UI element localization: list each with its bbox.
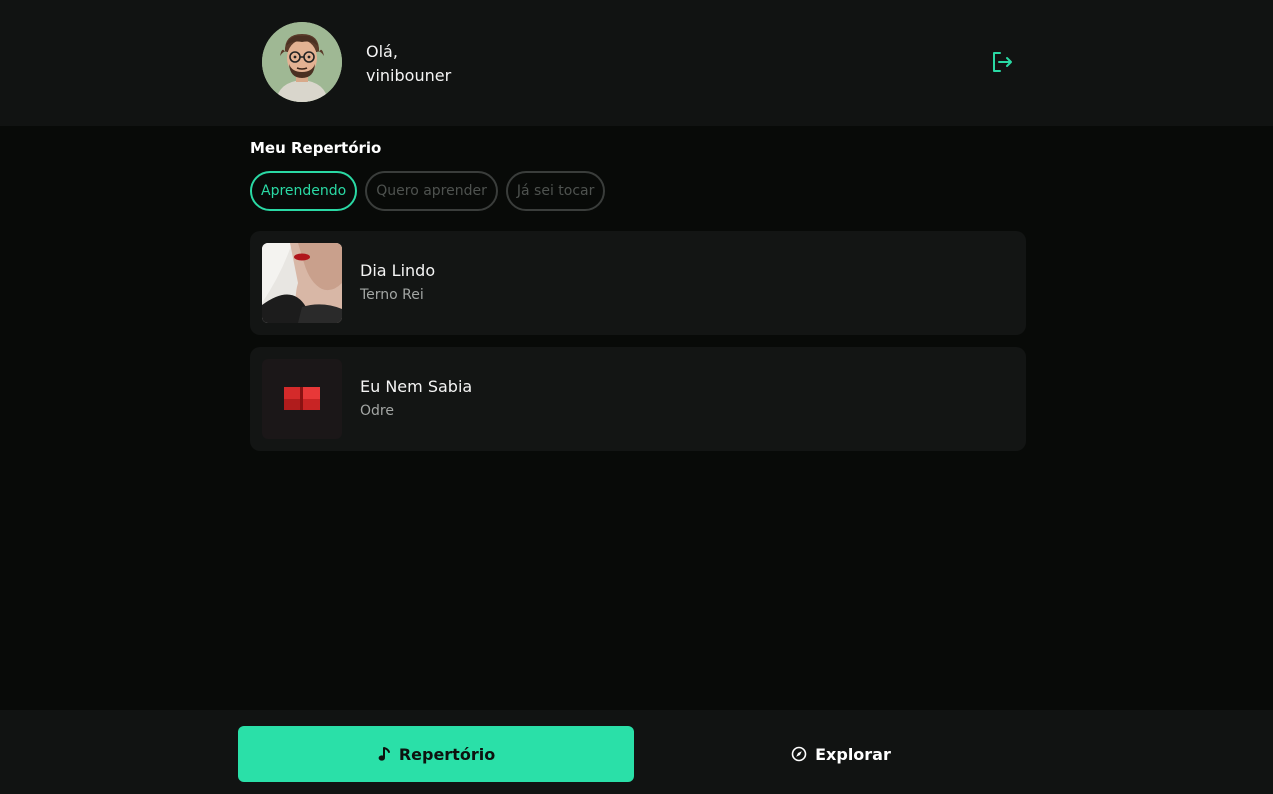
compass-icon: [791, 746, 807, 762]
nav-label: Repertório: [398, 744, 496, 764]
logout-icon: [993, 52, 1012, 72]
bottom-nav: Repertório Explorar: [0, 710, 1273, 794]
song-title: Dia Lindo: [360, 261, 436, 280]
greeting: Olá, vinibouner: [366, 40, 451, 88]
album-cover: [262, 359, 342, 439]
song-artist: Terno Rei: [360, 287, 424, 303]
song-card[interactable]: Dia Lindo Terno Rei: [250, 231, 1026, 335]
album-cover-art: [262, 359, 342, 439]
tab-aprendendo[interactable]: Aprendendo: [250, 171, 358, 211]
song-card[interactable]: Eu Nem Sabia Odre: [250, 347, 1026, 451]
album-cover-art: [262, 243, 342, 323]
logout-button[interactable]: [989, 50, 1015, 74]
album-cover: [262, 243, 342, 323]
nav-label: Explorar: [815, 744, 891, 764]
greeting-hello: Olá,: [366, 42, 398, 61]
section-title: Meu Repertório: [250, 139, 382, 157]
avatar-illustration: [262, 22, 342, 102]
song-artist: Odre: [360, 403, 394, 419]
song-title: Eu Nem Sabia: [360, 377, 473, 396]
username: vinibouner: [366, 66, 452, 85]
avatar[interactable]: [262, 22, 342, 102]
tab-quero-aprender[interactable]: Quero aprender: [365, 171, 498, 211]
music-note-icon: [377, 746, 391, 762]
nav-repertorio-button[interactable]: Repertório: [238, 726, 634, 782]
header: Olá, vinibouner: [0, 0, 1273, 126]
tab-ja-sei-tocar[interactable]: Já sei tocar: [505, 171, 606, 211]
filter-tabs: Aprendendo Quero aprender Já sei tocar: [250, 171, 606, 211]
nav-explorar-button[interactable]: Explorar: [643, 726, 1039, 782]
